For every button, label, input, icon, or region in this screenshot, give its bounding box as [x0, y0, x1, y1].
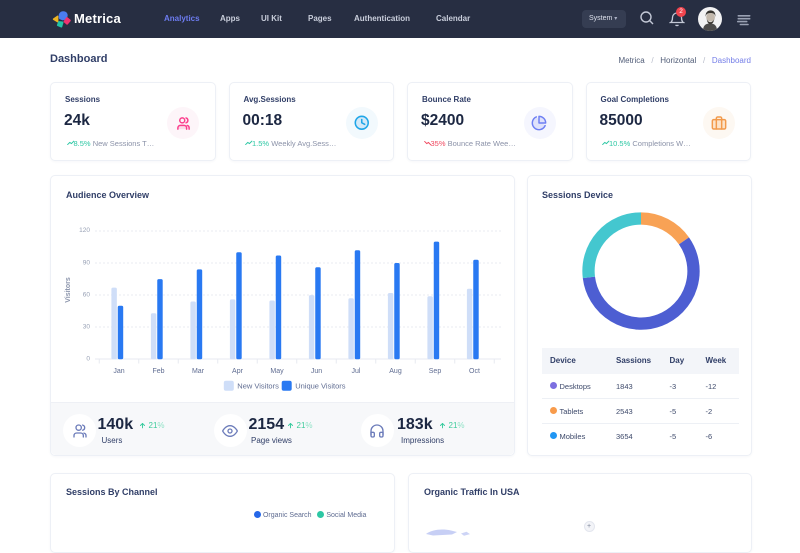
svg-text:Jun: Jun — [311, 368, 322, 375]
svg-text:0: 0 — [86, 356, 90, 363]
svg-text:30: 30 — [83, 324, 91, 331]
svg-text:May: May — [270, 368, 284, 375]
svg-text:90: 90 — [83, 260, 91, 267]
svg-text:Sep: Sep — [429, 368, 442, 375]
svg-text:Apr: Apr — [232, 368, 244, 375]
svg-text:Visitors: Visitors — [65, 277, 72, 303]
svg-text:Mar: Mar — [192, 368, 205, 375]
svg-text:Feb: Feb — [152, 368, 164, 375]
svg-text:Jan: Jan — [113, 368, 124, 375]
svg-text:120: 120 — [79, 227, 90, 234]
svg-text:Oct: Oct — [469, 368, 480, 375]
svg-text:New Visitors: New Visitors — [237, 382, 279, 391]
svg-text:Jul: Jul — [352, 368, 361, 375]
svg-text:Aug: Aug — [389, 368, 402, 375]
svg-text:60: 60 — [83, 292, 91, 299]
svg-text:Unique Visitors: Unique Visitors — [295, 382, 346, 391]
